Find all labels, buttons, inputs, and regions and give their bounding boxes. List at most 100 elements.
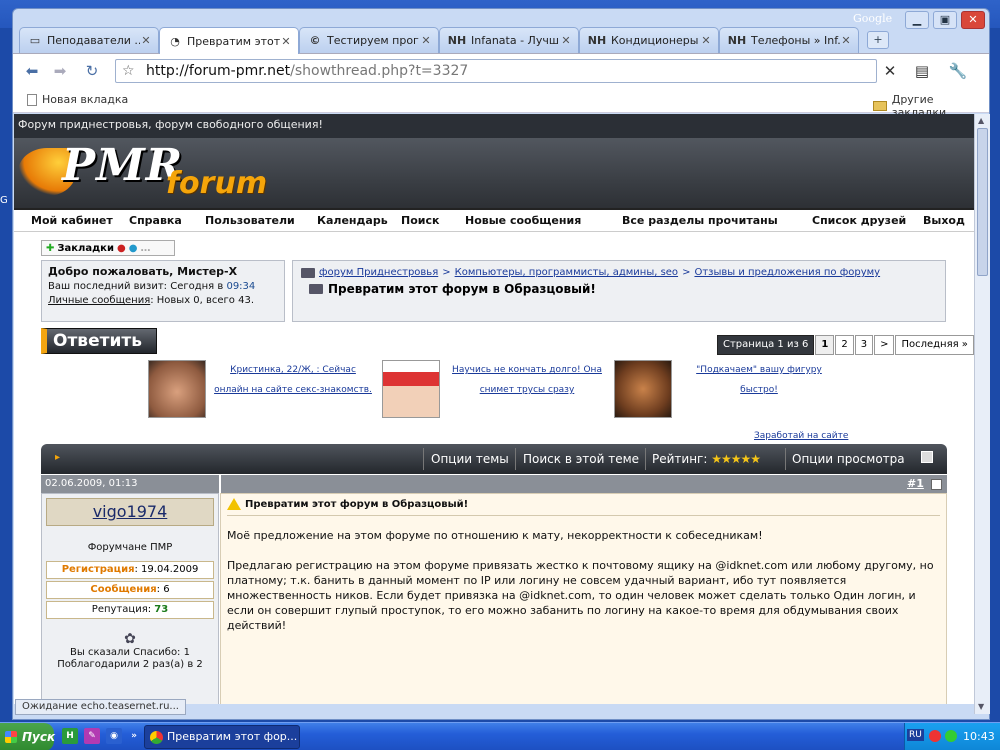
back-icon[interactable]: ⬅ xyxy=(21,60,43,82)
ad-link[interactable]: Кристинка, 22/Ж, : Сейчас онлайн на сайт… xyxy=(214,360,372,418)
post-body: Превратим этот форум в Образцовый! Моё п… xyxy=(220,493,947,704)
breadcrumb-item[interactable]: Компьютеры, программисты, админы, seo xyxy=(455,267,678,278)
username-link[interactable]: vigo1974 xyxy=(46,498,214,526)
ad-block[interactable]: Научись не кончать долго! Она снимет тру… xyxy=(382,360,606,418)
field-value: : 19.04.2009 xyxy=(134,564,199,575)
bookmark-star-icon[interactable]: ☆ xyxy=(122,63,140,79)
bookmark-new-tab[interactable]: Новая вкладка xyxy=(27,93,128,106)
divider xyxy=(785,448,786,470)
close-tab-icon[interactable]: ✕ xyxy=(700,34,712,47)
google-label: Google xyxy=(853,12,893,25)
ad-link[interactable]: "Подкачаем" вашу фигуру быстро! xyxy=(680,360,838,418)
tab-infanata[interactable]: NH Infanata - Лучш... ✕ xyxy=(439,27,579,53)
page-scrollbar[interactable]: ▲ ▼ xyxy=(974,114,990,714)
tab-testing[interactable]: © Тестируем прог... ✕ xyxy=(299,27,439,53)
nav-mark-read[interactable]: Все разделы прочитаны xyxy=(622,214,778,227)
quicklaunch-overflow-icon[interactable]: » xyxy=(126,728,142,744)
field-value: : 6 xyxy=(156,584,170,595)
language-indicator[interactable]: RU xyxy=(907,729,924,741)
field-label: Регистрация xyxy=(61,564,135,575)
nav-users[interactable]: Пользователи xyxy=(205,214,295,227)
nav-my-profile[interactable]: Мой кабинет xyxy=(31,214,113,227)
arrow-icon: ▸ xyxy=(55,452,61,463)
rating-menu[interactable]: Рейтинг: ★★★★★ xyxy=(652,452,761,466)
quicklaunch-icon[interactable]: ✎ xyxy=(84,728,100,744)
thread-options-menu[interactable]: Опции темы xyxy=(431,452,509,466)
start-label: Пуск xyxy=(22,730,56,744)
wrench-icon[interactable]: 🔧 xyxy=(947,60,969,82)
nav-search[interactable]: Поиск xyxy=(401,214,439,227)
stop-icon[interactable]: ✕ xyxy=(879,60,901,82)
post-divider xyxy=(227,515,940,516)
next-page-link[interactable]: > xyxy=(874,335,895,355)
tray-icon[interactable] xyxy=(945,730,957,742)
bookmarks-bar: Новая вкладка Другие закладки xyxy=(13,87,989,119)
new-tab-button[interactable]: + xyxy=(867,31,889,49)
taskbar-window-button[interactable]: Превратим этот фор... xyxy=(144,725,300,749)
browser-window: Google ▁ ▣ ✕ ▭ Пеподаватели ... ✕ ◔ Прев… xyxy=(12,8,990,720)
ad-block[interactable]: Кристинка, 22/Ж, : Сейчас онлайн на сайт… xyxy=(148,360,372,418)
close-tab-icon[interactable]: ✕ xyxy=(280,35,292,48)
nh-icon: NH xyxy=(727,34,747,47)
thread-search-menu[interactable]: Поиск в этой теме xyxy=(523,452,639,466)
close-tab-icon[interactable]: ✕ xyxy=(420,34,432,47)
taskbar-window-title: Превратим этот фор... xyxy=(167,730,298,743)
start-button[interactable]: Пуск xyxy=(0,723,56,750)
user-posts: Сообщения: 6 xyxy=(46,581,214,599)
forward-icon[interactable]: ➡ xyxy=(49,60,71,82)
ad-link[interactable]: Научись не кончать долго! Она снимет тру… xyxy=(448,360,606,418)
ad-image[interactable] xyxy=(148,360,206,418)
url-host: http://forum-pmr.net xyxy=(146,63,291,79)
view-options-menu[interactable]: Опции просмотра xyxy=(792,452,905,466)
tab-phones[interactable]: NH Телефоны » Inf... ✕ xyxy=(719,27,859,53)
site-banner[interactable]: PMR forum xyxy=(14,138,974,210)
quicklaunch-icon[interactable]: ◉ xyxy=(106,728,122,744)
address-bar[interactable]: ☆ http://forum-pmr.net/showthread.php?t=… xyxy=(115,59,877,83)
tab-conditioners[interactable]: NH Кондиционеры ... ✕ xyxy=(579,27,719,53)
ad-image[interactable] xyxy=(382,360,440,418)
page-link[interactable]: 2 xyxy=(835,335,854,355)
page-link[interactable]: 3 xyxy=(854,335,874,355)
nav-new-posts[interactable]: Новые сообщения xyxy=(465,214,581,227)
breadcrumb-item[interactable]: форум Приднестровья xyxy=(319,267,438,278)
ad-block[interactable]: "Подкачаем" вашу фигуру быстро! xyxy=(614,360,838,418)
tab-active-thread[interactable]: ◔ Превратим этот ... ✕ xyxy=(159,27,299,54)
url-path: /showthread.php?t=3327 xyxy=(290,63,469,79)
field-value: 73 xyxy=(154,604,169,615)
user-registration: Регистрация: 19.04.2009 xyxy=(46,561,214,579)
nh-icon: NH xyxy=(587,34,607,47)
bookmark-label: Новая вкладка xyxy=(42,93,129,106)
close-tab-icon[interactable]: ✕ xyxy=(840,34,852,47)
reload-icon[interactable]: ↻ xyxy=(81,60,103,82)
tray-icon[interactable] xyxy=(929,730,941,742)
social-bookmarks[interactable]: ✚ Закладки ● ● … xyxy=(41,240,175,256)
tab-teachers[interactable]: ▭ Пеподаватели ... ✕ xyxy=(19,27,159,53)
forum-home-icon[interactable] xyxy=(301,267,315,278)
page-menu-icon[interactable]: ▤ xyxy=(911,60,933,82)
private-messages-link[interactable]: Личные сообщения xyxy=(48,295,150,306)
ad-image[interactable] xyxy=(614,360,672,418)
welcome-greeting: Добро пожаловать, Мистер-Х xyxy=(48,265,238,278)
close-tab-icon[interactable]: ✕ xyxy=(140,34,152,47)
close-tab-icon[interactable]: ✕ xyxy=(560,34,572,47)
collapse-icon[interactable] xyxy=(921,451,933,463)
nav-friends[interactable]: Список друзей xyxy=(812,214,906,227)
scroll-down-icon[interactable]: ▼ xyxy=(978,702,984,711)
tab-strip: ▭ Пеподаватели ... ✕ ◔ Превратим этот ..… xyxy=(13,27,989,54)
scroll-up-icon[interactable]: ▲ xyxy=(978,116,984,125)
earn-link[interactable]: Заработай на сайте xyxy=(754,431,848,441)
last-page-link[interactable]: Последняя » xyxy=(895,335,974,355)
scrollbar-thumb[interactable] xyxy=(977,128,988,276)
page-link[interactable]: 1 xyxy=(815,335,835,355)
nav-logout[interactable]: Выход xyxy=(923,214,965,227)
post-select-checkbox[interactable] xyxy=(931,479,942,490)
nav-calendar[interactable]: Календарь xyxy=(317,214,388,227)
quicklaunch-icon[interactable]: H xyxy=(62,728,78,744)
breadcrumb-item[interactable]: Отзывы и предложения по форуму xyxy=(694,267,880,278)
divider xyxy=(515,448,516,470)
post-number-link[interactable]: #1 xyxy=(907,477,924,490)
c-icon: © xyxy=(309,34,321,47)
reply-button[interactable]: Ответить xyxy=(41,328,157,354)
nav-help[interactable]: Справка xyxy=(129,214,182,227)
social-icon: ● xyxy=(128,242,138,254)
